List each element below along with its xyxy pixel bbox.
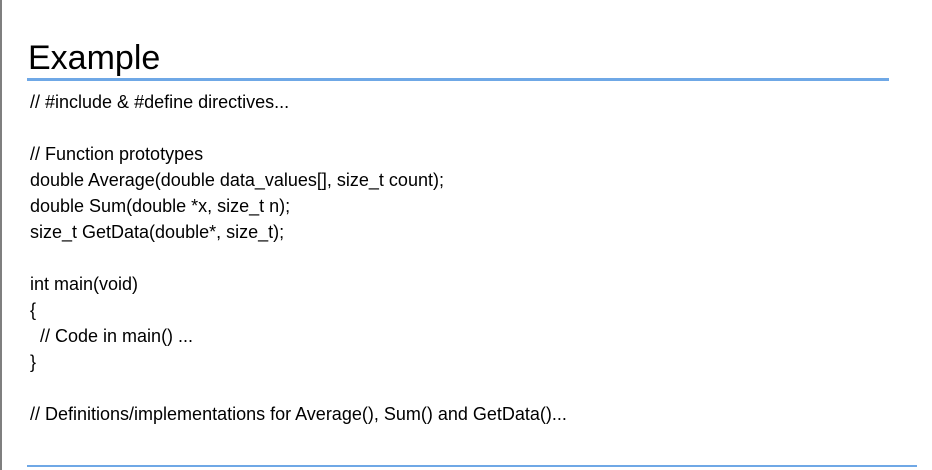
code-line-open-brace: { <box>30 300 37 320</box>
bottom-divider <box>27 465 917 467</box>
code-line-sum-prototype: double Sum(double *x, size_t n); <box>30 196 291 216</box>
code-line-definitions-comment: // Definitions/implementations for Avera… <box>30 404 567 424</box>
title-underline <box>27 78 889 81</box>
code-line-directives-comment: // #include & #define directives... <box>30 92 290 112</box>
code-line-main-body-comment: // Code in main() ... <box>30 326 194 346</box>
code-line-close-brace: } <box>30 352 37 372</box>
code-body: // #include & #define directives... // F… <box>30 89 890 427</box>
slide: Example // #include & #define directives… <box>0 0 932 470</box>
slide-left-edge <box>0 0 2 470</box>
code-line-prototypes-comment: // Function prototypes <box>30 144 204 164</box>
code-line-getdata-prototype: size_t GetData(double*, size_t); <box>30 222 285 242</box>
code-line-main-signature: int main(void) <box>30 274 139 294</box>
code-line-average-prototype: double Average(double data_values[], siz… <box>30 170 444 190</box>
slide-title: Example <box>28 39 161 77</box>
